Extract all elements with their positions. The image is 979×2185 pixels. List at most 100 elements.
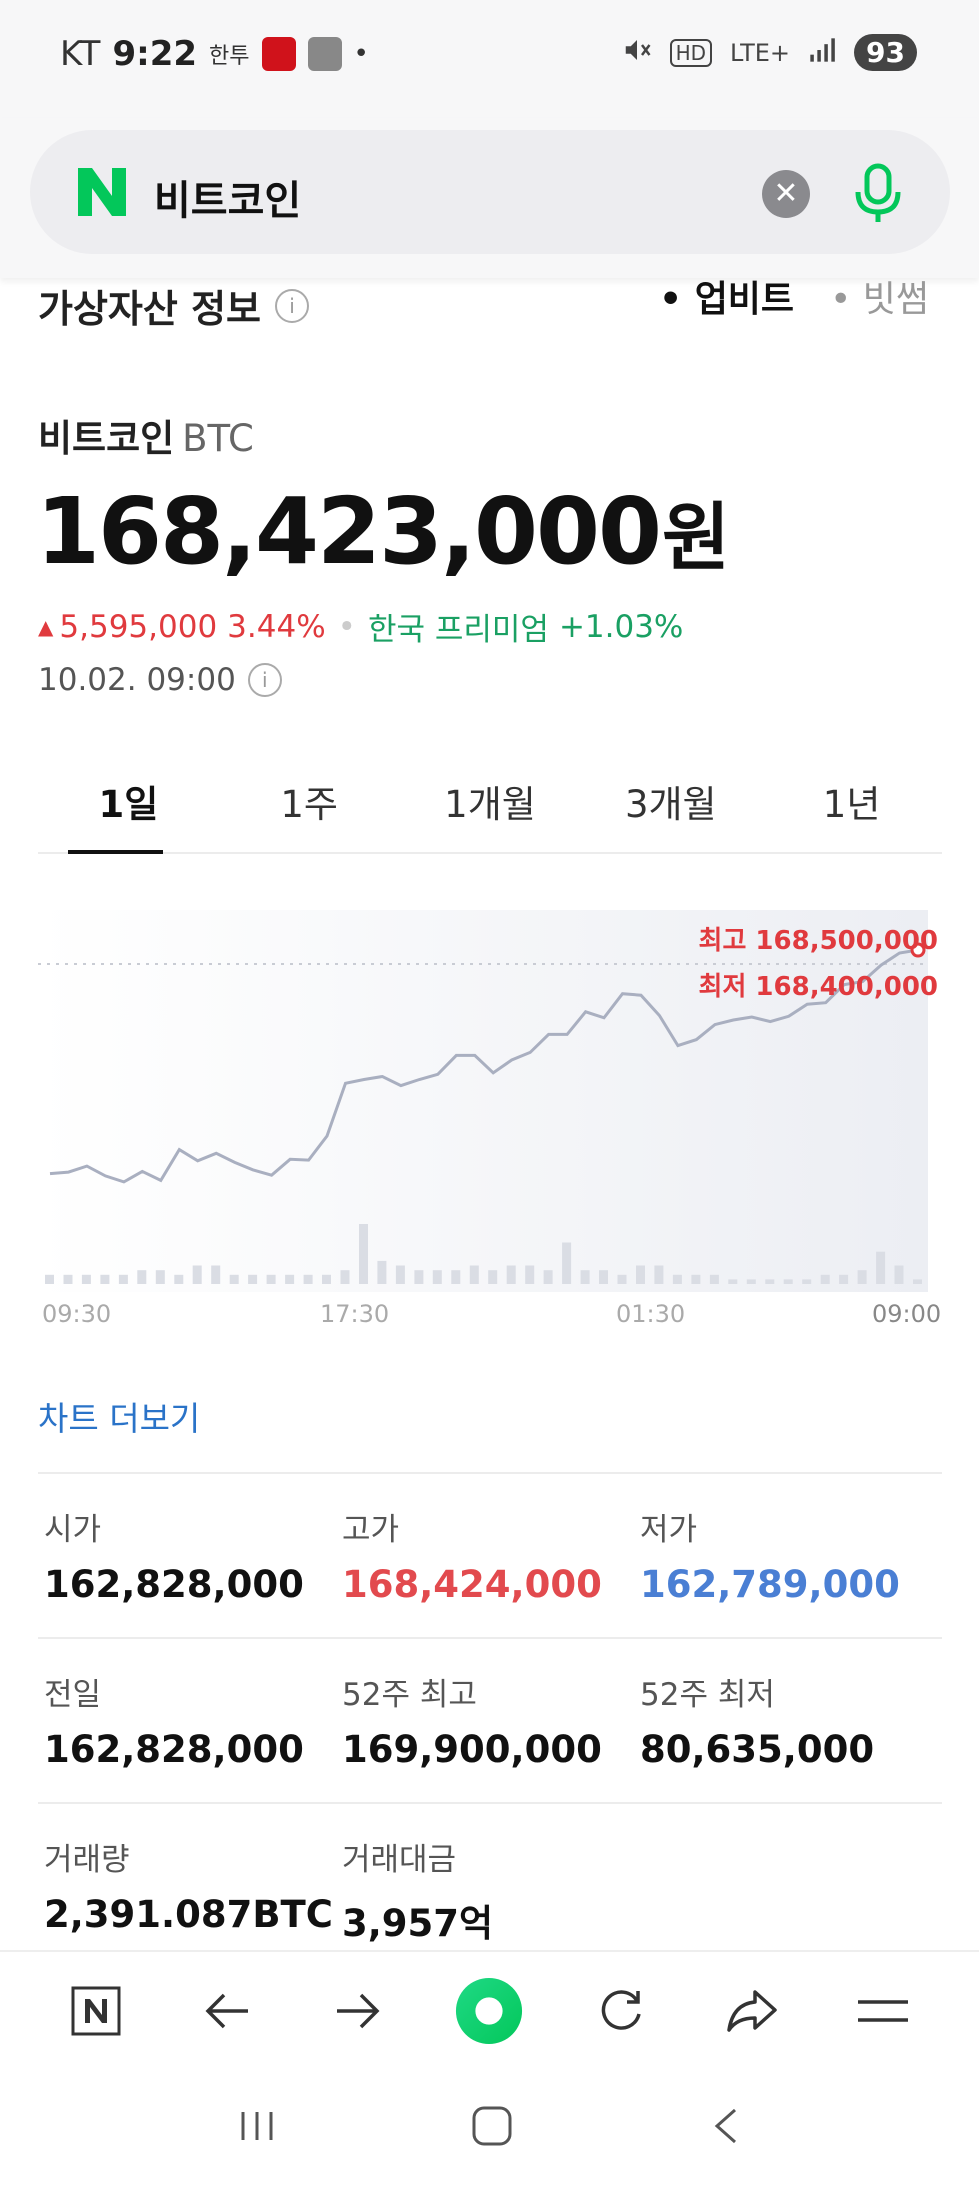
volume-bar	[322, 1274, 331, 1284]
stat-value: 80,635,000	[640, 1728, 875, 1771]
volume-bar	[63, 1274, 73, 1284]
volume-bar	[728, 1279, 738, 1284]
timestamp-row: 10.02. 09:00 i	[38, 662, 282, 698]
volume-bar	[783, 1279, 793, 1284]
volume-bar	[266, 1274, 276, 1284]
stat-label: 거래량	[44, 1842, 130, 1878]
x-tick-label: 01:30	[616, 1300, 686, 1328]
volume-bar	[211, 1265, 221, 1284]
chart-more-link[interactable]: 차트 더보기	[38, 1392, 200, 1440]
volume-bar	[894, 1265, 904, 1284]
premium-value: +1.03%	[558, 608, 684, 645]
volume-bar	[543, 1270, 553, 1284]
volume-bar	[802, 1279, 812, 1284]
info-icon[interactable]: i	[275, 288, 309, 323]
signal-icon	[808, 36, 836, 70]
notification-dot-icon: •	[353, 39, 369, 69]
volume-bar	[155, 1270, 165, 1284]
tab-3months[interactable]: 3개월	[580, 770, 761, 852]
stat-value: 169,900,000	[342, 1728, 602, 1771]
home-icon[interactable]	[470, 2104, 514, 2152]
stat-value: 3,957억	[342, 1902, 494, 1945]
search-input[interactable]: 비트코인	[154, 168, 301, 226]
tab-1day[interactable]: 1일	[38, 770, 219, 854]
volume-bar	[636, 1265, 645, 1284]
volume-bar	[876, 1251, 886, 1284]
volume-bar	[580, 1270, 590, 1284]
stat-low: 저가 162,789,000	[634, 1504, 932, 1637]
refresh-icon[interactable]	[586, 1976, 656, 2046]
clear-search-button[interactable]: ✕	[762, 170, 810, 218]
stats-table: 시가 162,828,000 고가 168,424,000 저가 162,789…	[38, 1472, 942, 1969]
volume-bar	[81, 1274, 91, 1284]
system-nav-bar	[0, 2070, 979, 2185]
tab-1year[interactable]: 1년	[761, 770, 942, 852]
share-icon[interactable]	[717, 1976, 787, 2046]
separator-dot: •	[337, 608, 356, 645]
stat-value: 168,424,000	[342, 1563, 602, 1606]
stat-label: 52주 최저	[640, 1677, 775, 1713]
period-tabs: 1일 1주 1개월 3개월 1년	[38, 770, 942, 854]
change-row: ▲ 5,595,000 3.44% • 한국 프리미엄 +1.03%	[38, 604, 683, 649]
stat-open: 시가 162,828,000	[38, 1504, 336, 1637]
voice-search-icon[interactable]	[848, 162, 908, 226]
volume-bar	[395, 1265, 405, 1284]
timestamp-info-icon[interactable]: i	[247, 663, 282, 697]
volume-bar	[654, 1265, 664, 1284]
volume-bar	[672, 1274, 682, 1284]
tab-1month[interactable]: 1개월	[400, 770, 581, 852]
search-bar[interactable]: 비트코인 ✕	[30, 130, 950, 254]
back-arrow-icon[interactable]	[192, 1976, 262, 2046]
volume-bar	[118, 1274, 128, 1284]
stat-52w-high: 52주 최고 169,900,000	[336, 1669, 634, 1802]
volume-bar	[137, 1270, 147, 1284]
stat-value: 2,391.087BTC	[44, 1893, 333, 1936]
stat-value: 162,789,000	[640, 1563, 900, 1606]
volume-bar	[562, 1242, 572, 1284]
section-title: 가상자산 정보 i	[38, 278, 309, 333]
volume-bar	[617, 1274, 627, 1284]
volume-bar	[432, 1270, 442, 1284]
status-time: 9:22	[112, 34, 198, 74]
status-right: HD LTE+ 93	[622, 34, 917, 71]
stat-volume: 거래량 2,391.087BTC	[38, 1834, 336, 1969]
back-icon[interactable]	[707, 2104, 743, 2152]
stats-row: 전일 162,828,000 52주 최고 169,900,000 52주 최저…	[38, 1639, 942, 1804]
volume-bar	[285, 1274, 295, 1284]
volume-bar	[45, 1274, 54, 1284]
volume-bar	[765, 1279, 775, 1284]
timestamp: 10.02. 09:00	[38, 662, 236, 698]
tab-1week[interactable]: 1주	[219, 770, 400, 852]
change-percent: 3.44%	[227, 608, 326, 645]
x-tick-label: 09:30	[42, 1300, 112, 1328]
volume-bar	[820, 1274, 830, 1284]
profile-notification-icon	[307, 37, 342, 71]
app-notification-icon	[261, 37, 296, 71]
exchange-tab-upbit[interactable]: • 업비트	[659, 270, 794, 322]
hd-icon: HD	[669, 38, 713, 67]
price-row: 168,423,000 원	[36, 478, 730, 585]
lte-icon: LTE+	[730, 38, 791, 67]
status-bar: KT 9:22 한투 • HD LTE+ 93	[0, 0, 979, 118]
volume-bar	[691, 1274, 701, 1284]
coin-symbol: BTC	[182, 417, 254, 460]
green-dot-icon[interactable]	[454, 1976, 524, 2046]
exchange-tab-bithumb[interactable]: • 빗썸	[830, 270, 929, 322]
naver-logo-icon[interactable]	[74, 164, 130, 220]
volume-bar	[525, 1265, 535, 1284]
volume-bar	[599, 1270, 608, 1284]
volume-bar	[469, 1265, 479, 1284]
stat-label: 거래대금	[342, 1842, 457, 1878]
price-chart[interactable]: 최고 168,500,000 최저 168,400,000 09:30 17:3…	[38, 910, 944, 1330]
stat-prev-close: 전일 162,828,000	[38, 1669, 336, 1802]
section-title-text: 가상자산 정보	[38, 287, 261, 331]
forward-arrow-icon[interactable]	[323, 1976, 393, 2046]
stats-row: 시가 162,828,000 고가 168,424,000 저가 162,789…	[38, 1474, 942, 1639]
naver-home-icon[interactable]	[61, 1976, 131, 2046]
recent-apps-icon[interactable]	[237, 2106, 277, 2150]
menu-icon[interactable]	[848, 1976, 918, 2046]
volume-bar	[488, 1270, 498, 1284]
stat-label: 저가	[640, 1512, 698, 1548]
stat-high: 고가 168,424,000	[336, 1504, 634, 1637]
stat-label: 전일	[44, 1677, 102, 1713]
